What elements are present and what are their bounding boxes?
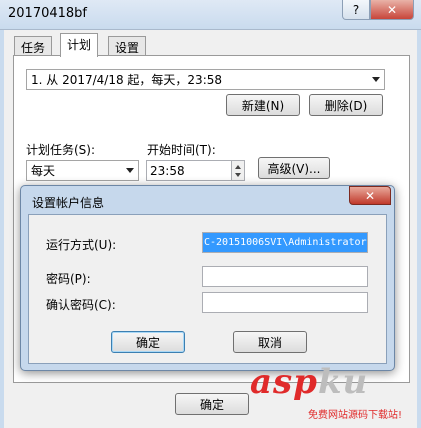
dialog-title: 设置帐户信息 <box>32 196 105 210</box>
tab-settings[interactable]: 设置 <box>108 36 147 56</box>
start-time-label: 开始时间(T): <box>147 143 216 157</box>
start-time-input[interactable]: 23:58 <box>146 160 232 181</box>
close-icon: ✕ <box>386 2 398 17</box>
task-label: 计划任务(S): <box>26 143 96 157</box>
watermark-sub: 免费网站源码下载站! <box>308 410 403 421</box>
dialog-ok-button[interactable]: 确定 <box>111 331 185 353</box>
delete-schedule-button[interactable]: 删除(D) <box>309 94 383 116</box>
schedule-dropdown[interactable]: 1. 从 2017/4/18 起，每天，23:58 <box>26 69 385 90</box>
watermark-brand-a: asp <box>250 362 318 402</box>
dialog-close-button[interactable]: ✕ <box>349 186 391 205</box>
password-label: 密码(P): <box>46 272 91 286</box>
schedule-selected: 1. 从 2017/4/18 起，每天，23:58 <box>31 73 223 87</box>
start-time-value: 23:58 <box>150 163 185 178</box>
start-time-spinner[interactable] <box>231 160 245 181</box>
task-frequency-value: 每天 <box>31 164 56 178</box>
chevron-down-icon <box>372 77 380 82</box>
spin-down-icon[interactable] <box>235 173 241 177</box>
password-input[interactable] <box>202 266 368 287</box>
watermark-logo: aspku 免费网站源码下载站! <box>250 362 421 428</box>
run-as-value: C-20151006SVI\Administrator <box>204 237 367 248</box>
window-title: 20170418bf <box>8 6 87 21</box>
advanced-button[interactable]: 高级(V)... <box>258 157 330 179</box>
watermark-brand-b: ku <box>317 362 369 402</box>
ok-button[interactable]: 确定 <box>175 393 249 415</box>
confirm-password-label: 确认密码(C): <box>46 298 116 312</box>
window-close-button[interactable]: ✕ <box>370 0 414 20</box>
task-frequency-dropdown[interactable]: 每天 <box>26 160 139 181</box>
run-as-label: 运行方式(U): <box>46 238 117 252</box>
new-schedule-button[interactable]: 新建(N) <box>226 94 300 116</box>
confirm-password-input[interactable] <box>202 292 368 313</box>
help-icon: ? <box>352 2 360 17</box>
tab-task[interactable]: 任务 <box>14 36 53 56</box>
dialog-cancel-button[interactable]: 取消 <box>233 331 307 353</box>
spin-up-icon[interactable] <box>235 165 241 169</box>
tab-schedule[interactable]: 计划 <box>60 33 99 57</box>
chevron-down-icon <box>126 168 134 173</box>
close-icon: ✕ <box>364 188 376 203</box>
run-as-input[interactable]: C-20151006SVI\Administrator <box>202 232 368 253</box>
help-button[interactable]: ? <box>342 0 370 20</box>
